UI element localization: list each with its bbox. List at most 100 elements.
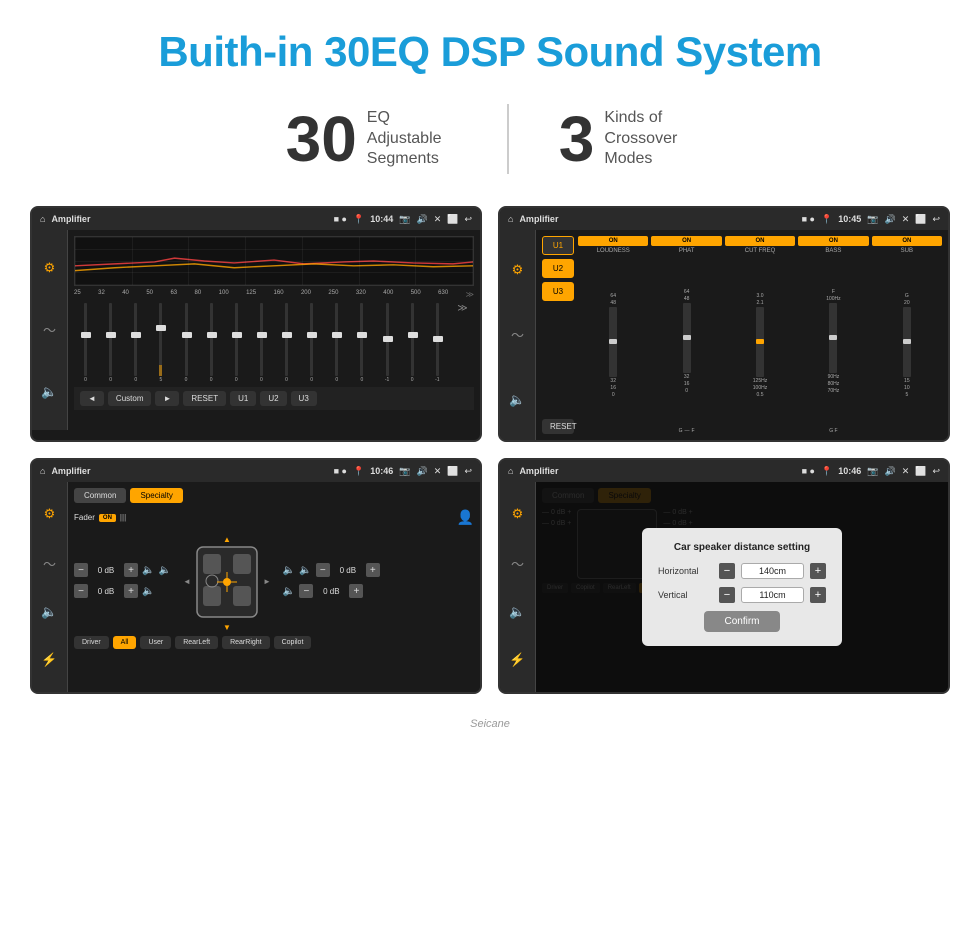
rearright-btn-3[interactable]: RearRight (222, 636, 270, 649)
phat-on-btn[interactable]: ON (651, 236, 721, 246)
volume-icon-3[interactable]: 🔊 (416, 466, 427, 477)
close-icon-3[interactable]: ✕ (434, 466, 442, 477)
eq-slider-2[interactable]: 0 (124, 303, 147, 383)
wave-icon-2[interactable]: 〜 (507, 321, 528, 348)
back-icon-1[interactable]: ↩ (464, 214, 472, 225)
prev-btn[interactable]: ◄ (80, 391, 104, 406)
all-btn-3[interactable]: All (113, 636, 137, 649)
volume-icon-1[interactable]: 🔊 (416, 214, 427, 225)
phat-slider[interactable]: 64 48 32 16 0 (651, 256, 721, 426)
preset-u3[interactable]: U3 (542, 282, 574, 301)
back-icon-4[interactable]: ↩ (932, 466, 940, 477)
u2-btn[interactable]: U2 (260, 391, 286, 406)
eq-icon-4[interactable]: ⚙ (508, 502, 528, 526)
volume-icon-2[interactable]: 🔊 (884, 214, 895, 225)
vol-rr-minus[interactable]: − (299, 584, 313, 598)
sub-slider[interactable]: G 20 15 10 5 (872, 256, 942, 434)
play-btn[interactable]: ► (155, 391, 179, 406)
close-icon-1[interactable]: ✕ (434, 214, 442, 225)
screen-crossover-sidebar: ⚙ 〜 🔈 (500, 230, 536, 440)
custom-btn[interactable]: Custom (108, 391, 152, 406)
eq-slider-1[interactable]: 0 (99, 303, 122, 383)
eq-slider-7[interactable]: 0 (250, 303, 273, 383)
vol-fl-plus[interactable]: + (124, 563, 138, 577)
camera-icon-4[interactable]: 📷 (867, 466, 878, 477)
copilot-btn-3[interactable]: Copilot (274, 636, 312, 649)
user-btn-3[interactable]: User (140, 636, 171, 649)
close-icon-2[interactable]: ✕ (902, 214, 910, 225)
fader-slider-icon[interactable]: ||| (120, 513, 126, 522)
vol-fr-minus[interactable]: − (316, 563, 330, 577)
vol-rl-val: 0 dB (92, 587, 120, 596)
preset-u1[interactable]: U1 (542, 236, 574, 255)
preset-u2[interactable]: U2 (542, 259, 574, 278)
loudness-on-btn[interactable]: ON (578, 236, 648, 246)
eq-slider-11[interactable]: 0 (350, 303, 373, 383)
bass-slider[interactable]: F 100Hz 90Hz 80Hz 70Hz (798, 256, 868, 426)
eq-slider-13[interactable]: 0 (401, 303, 424, 383)
cutfreq-on-btn[interactable]: ON (725, 236, 795, 246)
eq-slider-0[interactable]: 0 (74, 303, 97, 383)
fader-on-badge[interactable]: ON (99, 514, 116, 522)
camera-icon-3[interactable]: 📷 (399, 466, 410, 477)
loudness-slider[interactable]: 64 48 32 16 0 (578, 256, 648, 434)
eq-slider-14[interactable]: -1 (426, 303, 449, 383)
eq-icon-3[interactable]: ⚙ (40, 502, 60, 526)
eq-expand-icon[interactable]: ≫ (451, 303, 474, 383)
horizontal-minus-btn[interactable]: − (719, 563, 735, 579)
vol-rl-plus[interactable]: + (124, 584, 138, 598)
driver-btn-3[interactable]: Driver (74, 636, 109, 649)
home-icon-1[interactable]: ⌂ (40, 214, 45, 224)
specialty-btn-3[interactable]: Specialty (130, 488, 182, 503)
vertical-plus-btn[interactable]: + (810, 587, 826, 603)
bluetooth-icon-3[interactable]: ⚡ (37, 648, 61, 672)
close-icon-4[interactable]: ✕ (902, 466, 910, 477)
eq-icon-2[interactable]: ⚙ (508, 258, 528, 282)
camera-icon-1[interactable]: 📷 (399, 214, 410, 225)
vol-rr-plus[interactable]: + (349, 584, 363, 598)
vol-rl-minus[interactable]: − (74, 584, 88, 598)
speaker-icon-2[interactable]: 🔈 (505, 388, 529, 412)
wave-icon-3[interactable]: 〜 (39, 550, 60, 577)
back-icon-2[interactable]: ↩ (932, 214, 940, 225)
eq-slider-9[interactable]: 0 (300, 303, 323, 383)
home-icon-4[interactable]: ⌂ (508, 466, 513, 476)
rearleft-btn-3[interactable]: RearLeft (175, 636, 218, 649)
bluetooth-icon-4[interactable]: ⚡ (505, 648, 529, 672)
common-btn-3[interactable]: Common (74, 488, 126, 503)
sub-on-btn[interactable]: ON (872, 236, 942, 246)
speaker-icon-3[interactable]: 🔈 (37, 600, 61, 624)
back-icon-3[interactable]: ↩ (464, 466, 472, 477)
crossover-reset-btn[interactable]: RESET (542, 419, 574, 434)
home-icon-3[interactable]: ⌂ (40, 466, 45, 476)
eq-icon-1[interactable]: ⚙ (40, 256, 60, 280)
window-icon-1[interactable]: ⬜ (447, 214, 458, 225)
wave-icon-4[interactable]: 〜 (507, 550, 528, 577)
eq-slider-4[interactable]: 0 (175, 303, 198, 383)
home-icon-2[interactable]: ⌂ (508, 214, 513, 224)
reset-btn[interactable]: RESET (183, 391, 226, 406)
u3-btn[interactable]: U3 (291, 391, 317, 406)
eq-slider-12[interactable]: -1 (376, 303, 399, 383)
camera-icon-2[interactable]: 📷 (867, 214, 878, 225)
bass-on-btn[interactable]: ON (798, 236, 868, 246)
window-icon-3[interactable]: ⬜ (447, 466, 458, 477)
wave-icon-1[interactable]: 〜 (39, 316, 60, 343)
confirm-button[interactable]: Confirm (704, 611, 779, 632)
eq-slider-10[interactable]: 0 (325, 303, 348, 383)
vol-fr-plus[interactable]: + (366, 563, 380, 577)
speaker-icon-4[interactable]: 🔈 (505, 600, 529, 624)
window-icon-4[interactable]: ⬜ (915, 466, 926, 477)
u1-btn[interactable]: U1 (230, 391, 256, 406)
eq-slider-5[interactable]: 0 (200, 303, 223, 383)
eq-slider-6[interactable]: 0 (225, 303, 248, 383)
eq-slider-8[interactable]: 0 (275, 303, 298, 383)
horizontal-plus-btn[interactable]: + (810, 563, 826, 579)
window-icon-2[interactable]: ⬜ (915, 214, 926, 225)
speaker-icon-1[interactable]: 🔈 (37, 380, 61, 404)
cutfreq-slider[interactable]: 3.0 2.1 125Hz 100Hz 0.5 (725, 256, 795, 434)
eq-slider-3[interactable]: 5 (149, 303, 172, 383)
volume-icon-4[interactable]: 🔊 (884, 466, 895, 477)
vertical-minus-btn[interactable]: − (719, 587, 735, 603)
vol-fl-minus[interactable]: − (74, 563, 88, 577)
